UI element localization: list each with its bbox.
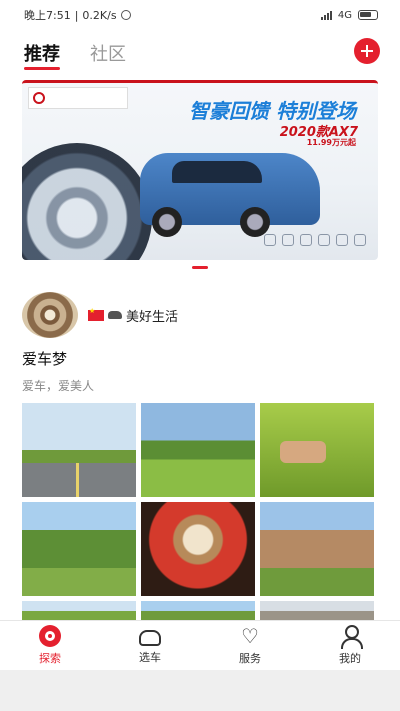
post-title[interactable]: 爱车梦 [22,348,67,369]
alarm-icon [120,10,131,20]
nav-select-car[interactable]: 选车 [100,621,200,670]
car-icon [139,629,161,646]
meadow-photo[interactable] [22,502,136,596]
cow-photo[interactable] [260,403,374,497]
nav-service[interactable]: ♡ 服务 [200,621,300,670]
heart-icon: ♡ [241,624,259,648]
partial-photo[interactable] [141,601,255,621]
nav-explore-label: 探索 [39,652,61,665]
partial-photo[interactable] [260,601,374,621]
road-photo[interactable] [22,403,136,497]
status-speed: 0.2K/s [82,8,117,22]
signal-icon [320,10,332,20]
tab-community[interactable]: 社区 [90,40,126,66]
car-wheel-rear [240,207,270,237]
explore-icon [39,625,61,647]
status-right: 4G [320,9,378,21]
china-flag-icon [88,307,104,321]
battery-icon [358,10,378,20]
brand-logo [28,87,128,109]
status-bar: 晚上7:51 | 0.2K/s 4G [0,0,400,30]
username-text: 美好生活 [126,309,179,325]
top-tabs: 推荐 社区 [0,36,400,72]
avatar[interactable] [22,292,78,338]
car-emoji-icon [108,311,122,319]
banner-title: 智豪回馈 特别登场 [189,99,356,123]
nav-explore[interactable]: 探索 [0,621,100,670]
car-window [172,161,262,183]
user-icon [339,625,363,649]
network-type: 4G [337,9,352,21]
tab-recommend-label: 推荐 [24,44,60,65]
post-author[interactable]: 美好生活 [22,292,178,338]
active-tab-indicator [24,67,60,70]
feature-icons [264,234,366,246]
brand-emblem-icon [33,92,45,104]
car-wheel-front [152,207,182,237]
photo-grid [22,403,378,621]
status-left: 晚上7:51 | 0.2K/s [24,7,131,23]
banner-price: 11.99万元起 [306,138,356,147]
grassland-photo[interactable] [141,403,255,497]
bottom-nav: 探索 选车 ♡ 服务 我的 [0,620,400,670]
app-screen: 晚上7:51 | 0.2K/s 4G 推荐 社区 智豪回馈 特别登场 2020款… [0,0,400,711]
add-post-button[interactable] [354,38,380,64]
banner-page-indicator [192,266,208,269]
coffee-photo[interactable] [141,502,255,596]
rock-photo[interactable] [260,502,374,596]
wheel-graphic [22,143,152,260]
status-divider: | [74,8,79,22]
nav-mine-label: 我的 [339,652,361,665]
system-nav-area [0,670,400,711]
promo-banner[interactable]: 智豪回馈 特别登场 2020款AX7 11.99万元起 [22,80,378,260]
post-text: 爱车，爱美人 [22,379,95,393]
status-time: 晚上7:51 [24,9,71,22]
post-username[interactable]: 美好生活 [88,306,178,325]
nav-mine[interactable]: 我的 [300,621,400,670]
nav-select-car-label: 选车 [139,650,161,664]
nav-service-label: 服务 [239,652,261,665]
tab-recommend[interactable]: 推荐 [24,40,60,70]
partial-photo[interactable] [22,601,136,621]
tab-community-label: 社区 [90,44,126,65]
